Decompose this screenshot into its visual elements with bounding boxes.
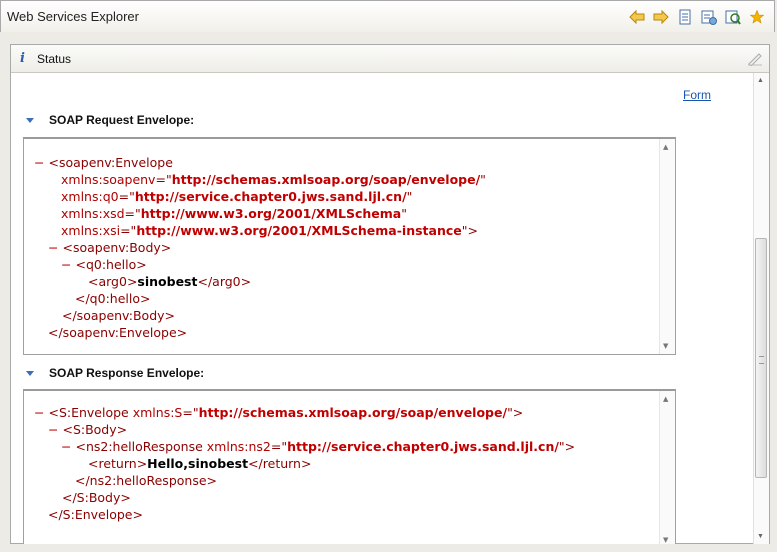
info-icon: i [20,51,25,66]
request-envelope-box: − <soapenv:Envelope xmlns:soapenv="http:… [23,137,676,355]
title-bar: Web Services Explorer [0,0,775,32]
back-icon[interactable] [628,8,646,26]
status-content: Form SOAP Request Envelope: − <soapenv:E… [11,73,753,544]
request-scrollbar[interactable]: ▲ ▼ [659,139,675,354]
chevron-down-icon[interactable] [25,115,35,125]
scroll-down-icon[interactable]: ▼ [757,533,764,540]
xml-line: − <S:Envelope xmlns:S="http://schemas.xm… [34,405,524,420]
window-title: Web Services Explorer [7,9,139,24]
collapse-toggle[interactable]: − [34,405,44,420]
response-envelope-box: − <S:Envelope xmlns:S="http://schemas.xm… [23,389,676,544]
xml-line: − <soapenv:Body> [48,240,172,255]
response-section-header[interactable]: SOAP Response Envelope: [25,366,204,380]
xml-line: xmlns:soapenv="http://schemas.xmlsoap.or… [61,172,486,187]
status-scrollbar[interactable]: ▲ ▼ [753,73,769,544]
collapse-toggle[interactable]: − [48,422,58,437]
request-section-header[interactable]: SOAP Request Envelope: [25,113,194,127]
collapse-toggle[interactable]: − [34,155,44,170]
clear-status-icon[interactable] [747,50,763,69]
xml-line: − <ns2:helloResponse xmlns:ns2="http://s… [61,439,576,454]
status-pane: i Status Form SOAP Request Envelope: − <… [10,44,770,544]
forward-icon[interactable] [652,8,670,26]
xml-line: </ns2:helloResponse> [75,473,217,488]
response-scrollbar[interactable]: ▲ ▼ [659,391,675,544]
scroll-down-icon[interactable]: ▼ [663,536,668,544]
wsdl-icon[interactable] [724,8,742,26]
xml-line: </q0:hello> [75,291,151,306]
collapse-toggle[interactable]: − [61,257,71,272]
collapse-toggle[interactable]: − [61,439,71,454]
scrollbar-thumb[interactable] [755,238,767,478]
request-heading: SOAP Request Envelope: [49,113,195,127]
xml-line: </soapenv:Body> [62,308,176,323]
xml-line: xmlns:q0="http://service.chapter0.jws.sa… [61,189,413,204]
response-heading: SOAP Response Envelope: [49,366,205,380]
scroll-down-icon[interactable]: ▼ [663,342,668,350]
xml-line: xmlns:xsi="http://www.w3.org/2001/XMLSch… [61,223,478,238]
xml-line: <arg0>sinobest</arg0> [88,274,252,289]
toolbar [628,8,766,26]
xml-line: </S:Envelope> [48,507,143,522]
favorites-icon[interactable] [700,8,718,26]
xml-line: − <q0:hello> [61,257,147,272]
xml-line: </soapenv:Envelope> [48,325,188,340]
scroll-up-icon[interactable]: ▲ [663,143,668,151]
scroll-up-icon[interactable]: ▲ [757,77,764,84]
document-icon[interactable] [676,8,694,26]
xml-line: − <soapenv:Envelope [34,155,173,170]
star-icon[interactable] [748,8,766,26]
xml-line: − <S:Body> [48,422,128,437]
xml-line: xmlns:xsd="http://www.w3.org/2001/XMLSch… [61,206,407,221]
xml-line: <return>Hello,sinobest</return> [88,456,312,471]
xml-line: </S:Body> [62,490,131,505]
scroll-up-icon[interactable]: ▲ [663,395,668,403]
form-link[interactable]: Form [683,88,711,102]
chevron-down-icon[interactable] [25,368,35,378]
status-label: Status [37,52,72,66]
collapse-toggle[interactable]: − [48,240,58,255]
status-header: i Status [11,45,769,73]
